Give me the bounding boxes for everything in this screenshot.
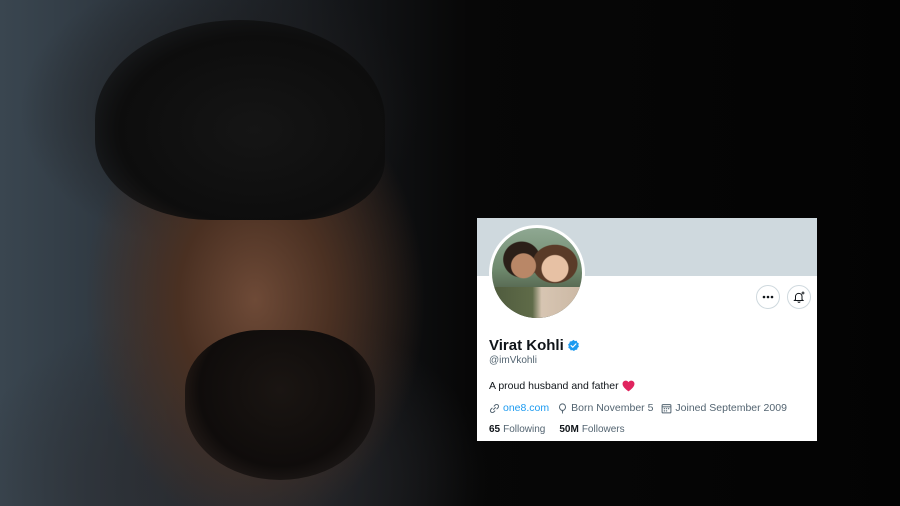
- born-text: Born November 5: [571, 402, 654, 414]
- profile-handle: @imVkohli: [489, 355, 537, 366]
- more-options-button[interactable]: [756, 285, 780, 309]
- profile-avatar[interactable]: [489, 225, 585, 321]
- website-link[interactable]: one8.com: [503, 402, 549, 414]
- following-label: Following: [503, 424, 546, 435]
- followers-count: 50M: [559, 424, 579, 435]
- verified-badge-icon: [567, 339, 580, 352]
- followers-link[interactable]: 50M Followers: [559, 424, 624, 435]
- joined-text: Joined September 2009: [675, 402, 787, 414]
- notification-bell-icon: [793, 291, 805, 303]
- profile-bio: A proud husband and father: [489, 380, 635, 392]
- more-options-icon: [762, 295, 774, 299]
- heart-icon: [622, 380, 635, 392]
- birthday-balloon-icon: [559, 402, 567, 414]
- link-icon: [490, 403, 499, 413]
- follow-counts: 65 Following 50M Followers: [489, 424, 639, 435]
- born-item: Born November 5: [557, 402, 653, 414]
- calendar-icon: [662, 403, 672, 413]
- profile-name-row: Virat Kohli: [489, 337, 580, 354]
- following-link[interactable]: 65 Following: [489, 424, 545, 435]
- following-count: 65: [489, 424, 501, 435]
- twitter-profile-card: Virat Kohli @imVkohli A proud husband an…: [477, 218, 817, 441]
- joined-item: Joined September 2009: [661, 402, 787, 414]
- photo-hair: [95, 20, 385, 220]
- profile-meta: one8.com Born November 5 Joined Septembe…: [489, 402, 795, 414]
- avatar-photo-detail: [492, 287, 582, 318]
- bio-text: A proud husband and father: [489, 380, 619, 392]
- followers-label: Followers: [581, 424, 625, 435]
- profile-name: Virat Kohli: [489, 337, 564, 354]
- photo-beard: [185, 330, 375, 480]
- notify-button[interactable]: [787, 285, 811, 309]
- website-item[interactable]: one8.com: [489, 402, 549, 414]
